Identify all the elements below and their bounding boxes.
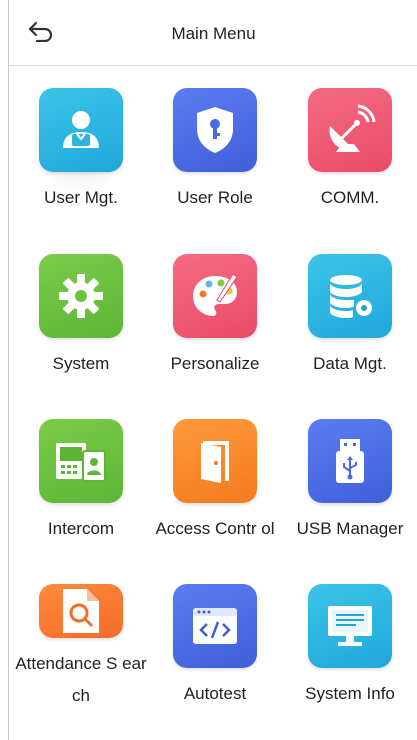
header-bar: Main Menu (9, 0, 417, 66)
menu-item-user-role[interactable]: User Role (147, 66, 283, 216)
page-title: Main Menu (171, 24, 256, 43)
menu-item-label: Personalize (170, 354, 260, 373)
code-window-icon (173, 584, 257, 668)
palette-icon (173, 254, 257, 338)
menu-item-label: System Info (305, 684, 395, 703)
menu-item-usb-manager[interactable]: USB Manager (282, 397, 417, 547)
menu-item-label: Attendance S earch (15, 654, 147, 705)
menu-item-label: Autotest (183, 684, 247, 703)
menu-item-personalize[interactable]: Personalize (147, 232, 283, 382)
menu-item-label: COMM. (320, 188, 380, 207)
menu-item-autotest[interactable]: Autotest (147, 562, 283, 712)
user-icon (39, 88, 123, 172)
menu-item-comm[interactable]: COMM. (282, 66, 417, 216)
gear-icon (39, 254, 123, 338)
menu-item-label: Intercom (47, 519, 115, 538)
menu-item-intercom[interactable]: Intercom (13, 397, 149, 547)
menu-item-label: USB Manager (296, 519, 404, 538)
shield-key-icon (173, 88, 257, 172)
menu-item-label: User Mgt. (44, 188, 118, 207)
menu-item-label: System (52, 354, 110, 373)
usb-icon (308, 419, 392, 503)
menu-item-label: Access Contr ol (155, 519, 275, 538)
database-icon (308, 254, 392, 338)
search-document-icon (39, 584, 123, 638)
monitor-icon (308, 584, 392, 668)
intercom-icon (39, 419, 123, 503)
menu-item-label: Data Mgt. (313, 354, 387, 373)
door-icon (173, 419, 257, 503)
satellite-dish-icon (308, 88, 392, 172)
menu-item-data-mgt[interactable]: Data Mgt. (282, 232, 417, 382)
device-screen: Main Menu User Mgt. User Role COMM. System P… (8, 0, 417, 740)
menu-item-label: User Role (177, 188, 253, 207)
menu-item-attendance-s-earch[interactable]: Attendance S earch (13, 562, 149, 712)
menu-item-system[interactable]: System (13, 232, 149, 382)
menu-item-user-mgt[interactable]: User Mgt. (13, 66, 149, 216)
menu-item-access-contr-ol[interactable]: Access Contr ol (147, 397, 283, 547)
menu-item-system-info[interactable]: System Info (282, 562, 417, 712)
